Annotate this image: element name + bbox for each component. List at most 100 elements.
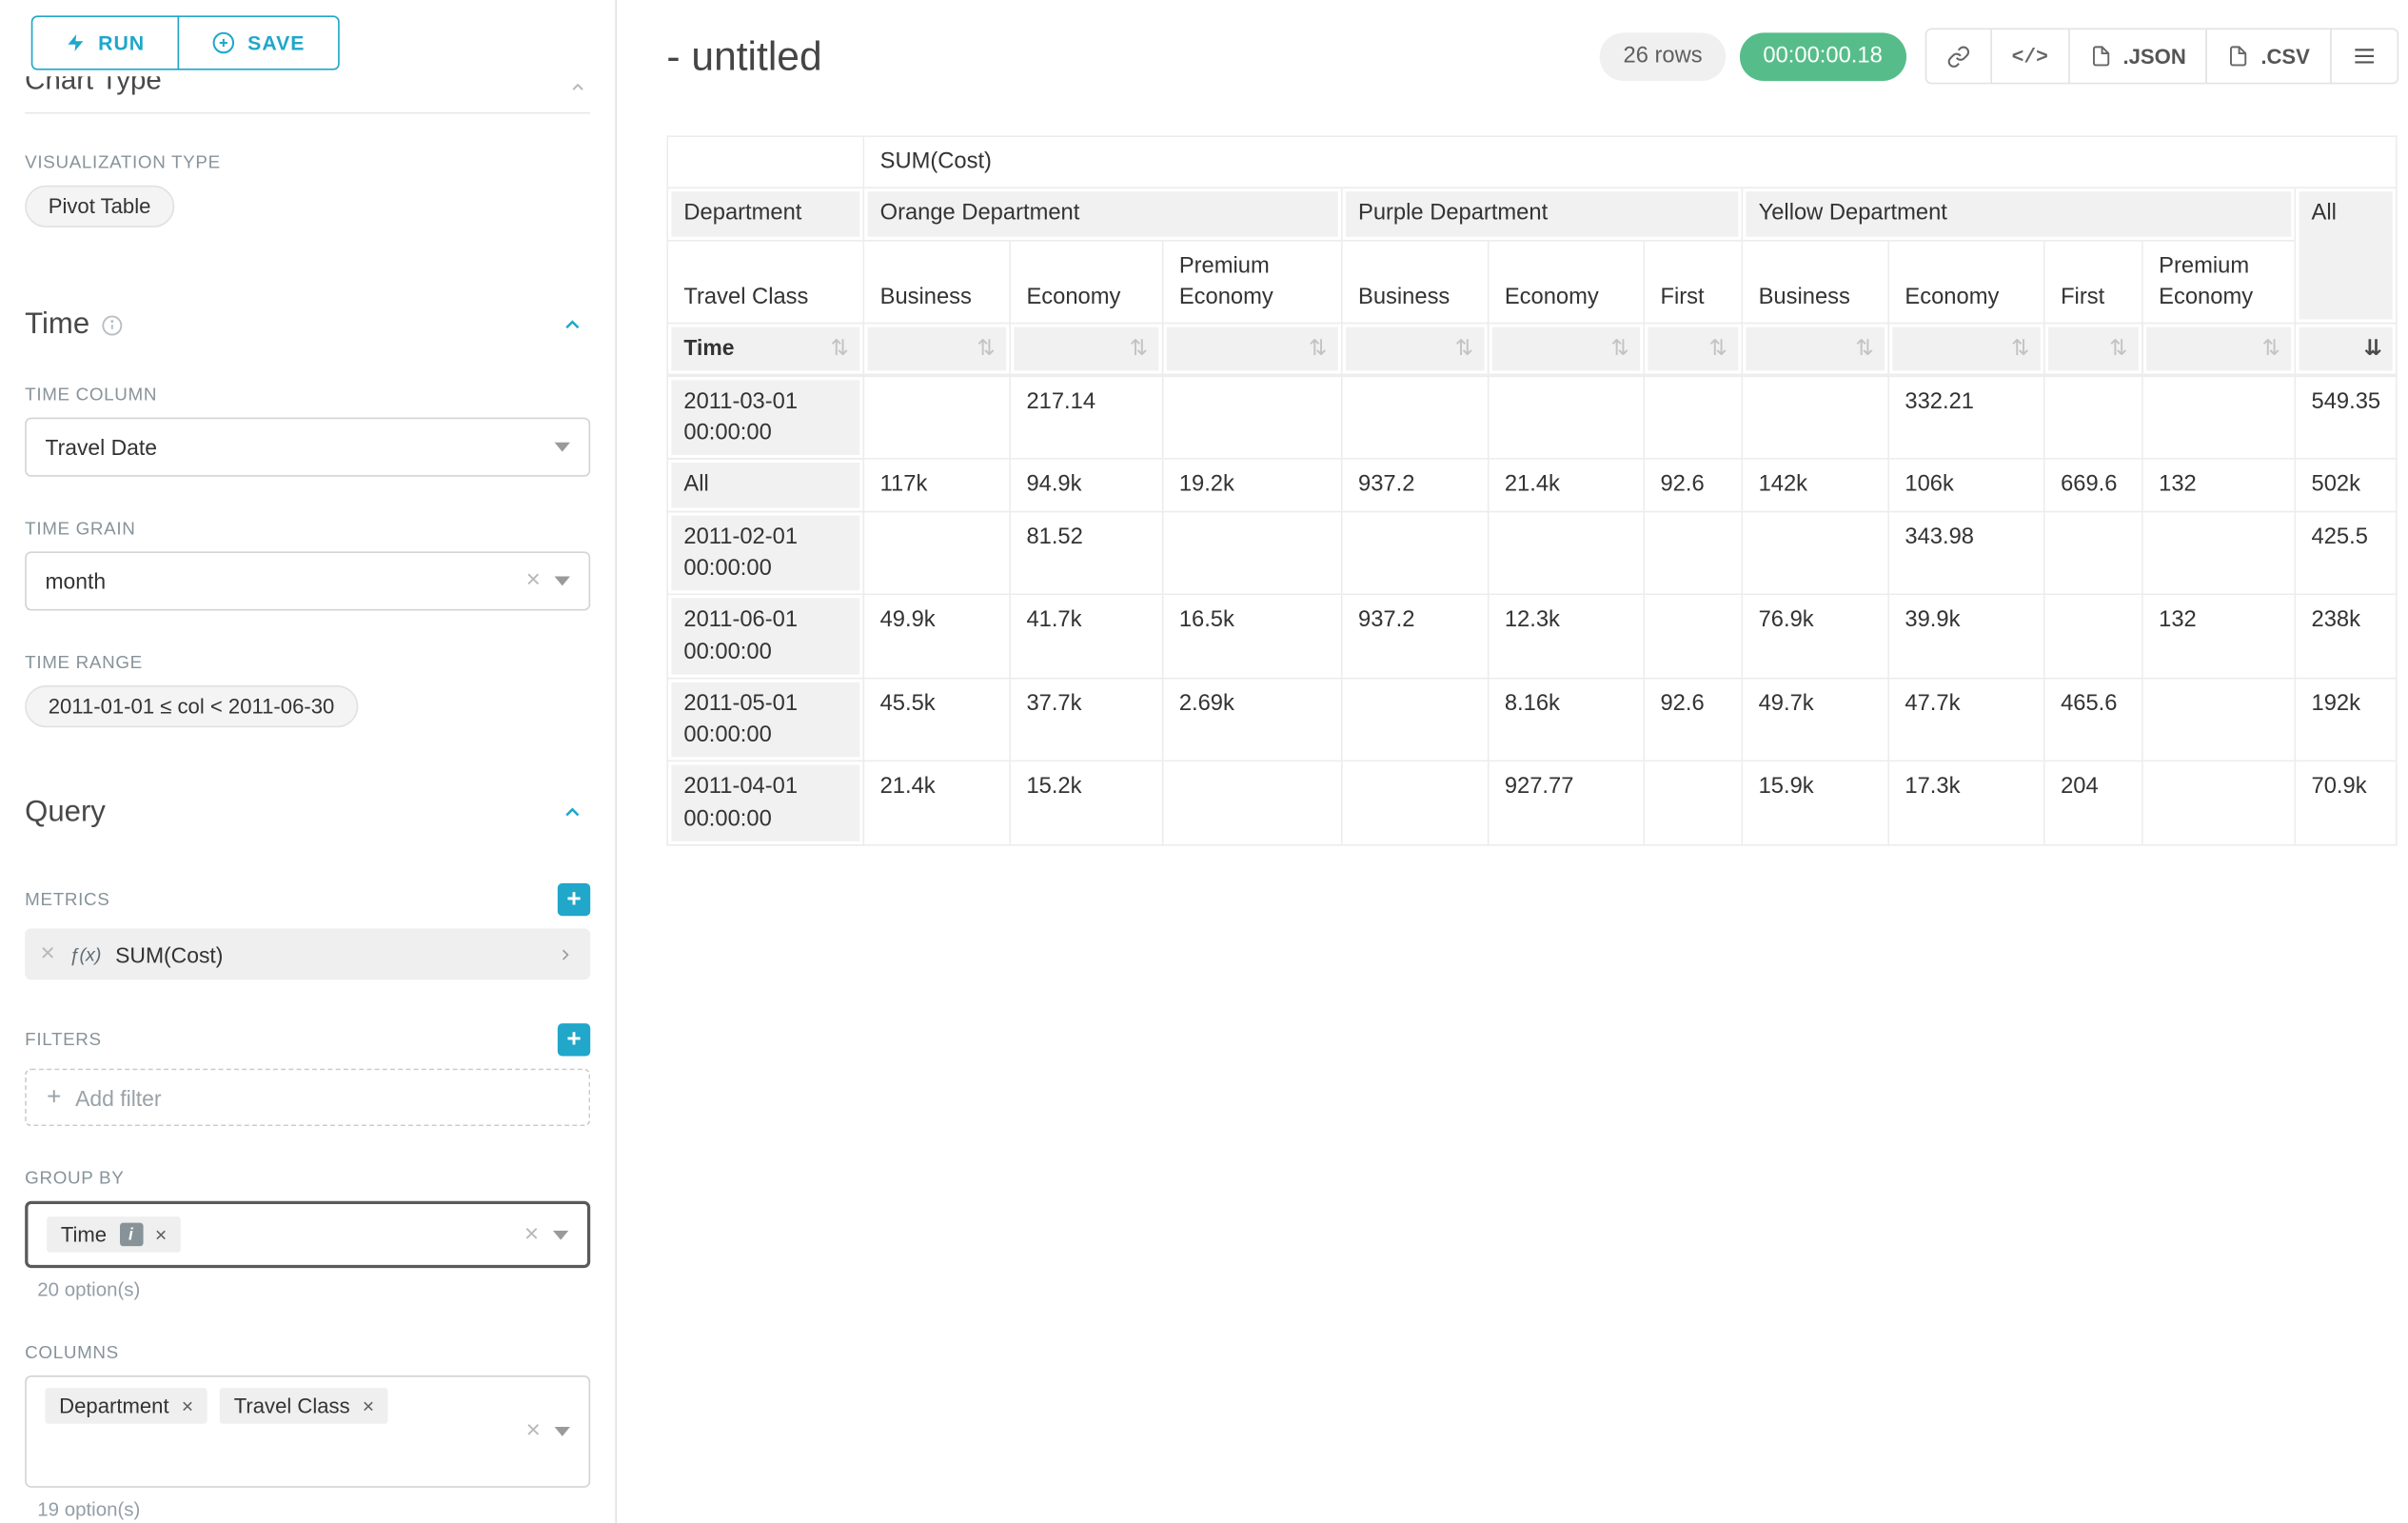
pivot-column-sort[interactable]: ⇅ (1011, 325, 1163, 375)
pivot-row: 2011-04-01 00:00:0021.4k15.2k927.7715.9k… (666, 762, 2398, 846)
pivot-cell: 132 (2143, 596, 2296, 680)
pivot-cell (864, 512, 1011, 596)
pivot-class-header: Business (1343, 241, 1490, 325)
pivot-cell: 49.9k (864, 596, 1011, 680)
sort-icon[interactable]: ⇅ (2011, 334, 2028, 365)
pivot-cell (1163, 512, 1342, 596)
add-filter-plus-button[interactable]: + (558, 1023, 590, 1056)
columns-label: COLUMNS (25, 1344, 119, 1363)
pivot-column-sort[interactable]: ⇅ (1163, 325, 1342, 375)
pivot-class-header: Economy (1011, 241, 1163, 325)
clear-icon[interactable]: × (524, 1222, 539, 1247)
time-column-value: Travel Date (45, 435, 157, 460)
column-chip-department[interactable]: Department × (45, 1388, 207, 1424)
sort-icon[interactable]: ⇅ (2109, 334, 2126, 365)
sort-icon[interactable]: ⇅ (1611, 334, 1628, 365)
pivot-column-sort[interactable]: ⇅ (2045, 325, 2143, 375)
chevron-up-icon[interactable] (561, 313, 584, 337)
chevron-right-icon[interactable] (556, 945, 575, 964)
visualization-type-label: VISUALIZATION TYPE (25, 154, 221, 173)
run-button[interactable]: RUN (31, 15, 179, 69)
sort-icon[interactable]: ⇅ (1455, 334, 1472, 365)
pivot-cell: 549.35 (2296, 375, 2398, 460)
pivot-cell (1163, 762, 1342, 846)
pivot-row: 2011-02-01 00:00:0081.52343.98425.5 (666, 512, 2398, 596)
pivot-class-header: Business (864, 241, 1011, 325)
pivot-cell (1489, 375, 1645, 460)
pivot-cell (1645, 596, 1743, 680)
plus-icon: + (47, 1083, 61, 1111)
time-range-pill[interactable]: 2011-01-01 ≤ col < 2011-06-30 (25, 685, 358, 727)
sort-descending-icon[interactable]: ⇊ (2364, 334, 2381, 365)
pivot-row-header: 2011-04-01 00:00:00 (666, 762, 864, 846)
pivot-cell: 37.7k (1011, 679, 1163, 762)
time-grain-select[interactable]: month × (25, 551, 590, 610)
pivot-cell (1343, 375, 1490, 460)
pivot-cell (864, 375, 1011, 460)
caret-down-icon[interactable] (555, 576, 570, 585)
pivot-column-sort[interactable]: ⇅ (1743, 325, 1889, 375)
pivot-class-header: Economy (1489, 241, 1645, 325)
pivot-all-header: All (2296, 188, 2398, 324)
chart-panel: - untitled 26 rows 00:00:00.18 </> (617, 0, 2408, 1523)
time-grain-value: month (45, 568, 106, 593)
download-json-button[interactable]: .JSON (2068, 28, 2207, 84)
chip-remove-icon[interactable]: × (155, 1224, 167, 1244)
pivot-department-header: Yellow Department (1743, 188, 2296, 240)
embed-code-button[interactable]: </> (1990, 28, 2070, 84)
sort-icon[interactable]: ⇅ (977, 334, 995, 365)
group-by-chip-time[interactable]: Time i × (47, 1216, 181, 1253)
pivot-cell: 76.9k (1743, 596, 1889, 680)
pivot-cell (1645, 375, 1743, 460)
time-section-header[interactable]: Time (25, 308, 590, 343)
caret-down-icon[interactable] (553, 1230, 568, 1239)
clear-icon[interactable]: × (526, 568, 541, 593)
download-csv-button[interactable]: .CSV (2206, 28, 2332, 84)
pivot-row-dimension-sort[interactable]: Time⇅ (666, 325, 864, 375)
metric-chip[interactable]: × ƒ(x) SUM(Cost) (25, 928, 590, 979)
query-section-header[interactable]: Query (25, 796, 590, 830)
pivot-metric-header: SUM(Cost) (864, 135, 2398, 188)
sort-icon[interactable]: ⇅ (2262, 334, 2280, 365)
sort-icon[interactable]: ⇅ (1855, 334, 1872, 365)
caret-down-icon[interactable] (555, 443, 570, 452)
pivot-column-sort[interactable]: ⇊ (2296, 325, 2398, 375)
add-filter-button[interactable]: + Add filter (25, 1069, 590, 1127)
pivot-column-sort[interactable]: ⇅ (2143, 325, 2296, 375)
column-chip-travel-class[interactable]: Travel Class × (220, 1388, 388, 1424)
add-metric-button[interactable]: + (558, 883, 590, 916)
pivot-cell: 937.2 (1343, 596, 1490, 680)
query-timer-badge: 00:00:00.18 (1740, 32, 1905, 81)
sort-icon[interactable]: ⇅ (1709, 334, 1727, 365)
sort-icon[interactable]: ⇅ (1309, 334, 1326, 365)
pivot-column-sort[interactable]: ⇅ (1343, 325, 1490, 375)
sort-icon[interactable]: ⇅ (1130, 334, 1147, 365)
pivot-column-sort[interactable]: ⇅ (864, 325, 1011, 375)
run-button-label: RUN (98, 31, 145, 55)
menu-button[interactable] (2330, 28, 2398, 84)
chip-remove-icon[interactable]: × (182, 1395, 193, 1415)
pivot-row: All117k94.9k19.2k937.221.4k92.6142k106k6… (666, 460, 2398, 511)
visualization-type-pill[interactable]: Pivot Table (25, 186, 174, 227)
add-filter-label: Add filter (75, 1085, 161, 1110)
file-icon (2090, 45, 2112, 67)
pivot-cell: 117k (864, 460, 1011, 511)
pivot-cell (1343, 512, 1490, 596)
chip-remove-icon[interactable]: × (363, 1395, 374, 1415)
time-grain-label: TIME GRAIN (25, 521, 135, 540)
caret-down-icon[interactable] (555, 1427, 570, 1436)
clear-icon[interactable]: × (526, 1419, 541, 1444)
time-column-select[interactable]: Travel Date (25, 418, 590, 477)
chevron-up-icon[interactable] (568, 78, 587, 97)
sort-icon[interactable]: ⇅ (831, 334, 848, 365)
remove-metric-icon[interactable]: × (41, 941, 55, 966)
copy-link-button[interactable] (1924, 28, 1991, 84)
columns-select[interactable]: Department × Travel Class × × (25, 1375, 590, 1488)
pivot-column-sort[interactable]: ⇅ (1645, 325, 1743, 375)
pivot-class-header: First (2045, 241, 2143, 325)
pivot-column-sort[interactable]: ⇅ (1889, 325, 2045, 375)
chevron-up-icon[interactable] (561, 801, 584, 824)
pivot-column-sort[interactable]: ⇅ (1489, 325, 1645, 375)
save-button[interactable]: SAVE (178, 15, 340, 69)
group-by-select[interactable]: Time i × × (25, 1201, 590, 1268)
